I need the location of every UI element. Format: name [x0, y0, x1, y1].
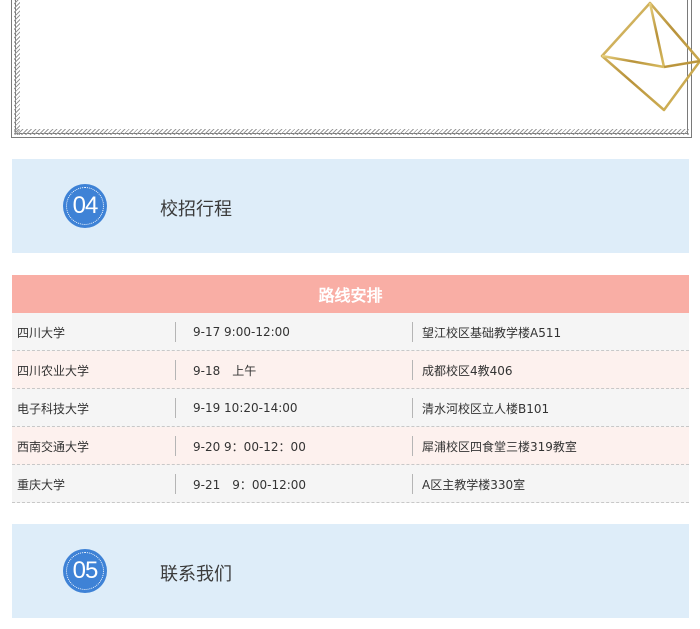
- column-divider: [175, 360, 176, 380]
- school-cell: 电子科技大学: [17, 401, 90, 416]
- column-divider: [412, 436, 413, 456]
- gold-diamond-icon: [600, 1, 700, 112]
- time-cell: 9-19 10:20-14:00: [193, 401, 298, 415]
- time-cell: 9-17 9:00-12:00: [193, 325, 290, 339]
- school-cell: 四川农业大学: [17, 363, 90, 378]
- table-row: 西南交通大学 9-20 9：00-12：00 犀浦校区四食堂三楼319教室: [12, 427, 689, 465]
- time-cell: 9-20 9：00-12：00: [193, 439, 306, 454]
- column-divider: [175, 398, 176, 418]
- column-divider: [175, 474, 176, 494]
- table-header: 路线安排: [12, 275, 689, 313]
- section-title: 校招行程: [160, 199, 232, 220]
- school-cell: 重庆大学: [17, 477, 66, 492]
- section-header-04: 04 校招行程: [12, 159, 689, 253]
- section-number-badge: 05: [63, 549, 107, 593]
- place-cell: 成都校区4教406: [422, 363, 513, 378]
- column-divider: [412, 398, 413, 418]
- table-row: 四川农业大学 9-18 上午 成都校区4教406: [12, 351, 689, 389]
- school-cell: 四川大学: [17, 325, 66, 340]
- route-schedule-table: 路线安排 四川大学 9-17 9:00-12:00 望江校区基础教学楼A511 …: [12, 275, 689, 503]
- school-cell: 西南交通大学: [17, 439, 90, 454]
- section-number: 04: [72, 192, 99, 219]
- table-row: 四川大学 9-17 9:00-12:00 望江校区基础教学楼A511: [12, 313, 689, 351]
- table-row: 电子科技大学 9-19 10:20-14:00 清水河校区立人楼B101: [12, 389, 689, 427]
- time-cell: 9-18 上午: [193, 363, 257, 378]
- table-title: 路线安排: [318, 286, 383, 305]
- table-row: 重庆大学 9-21 9：00-12:00 A区主教学楼330室: [12, 465, 689, 503]
- column-divider: [412, 360, 413, 380]
- column-divider: [412, 322, 413, 342]
- place-cell: 望江校区基础教学楼A511: [422, 325, 562, 340]
- time-cell: 9-21 9：00-12:00: [193, 477, 307, 492]
- section-number-badge: 04: [63, 184, 107, 228]
- column-divider: [412, 474, 413, 494]
- place-cell: 犀浦校区四食堂三楼319教室: [422, 439, 577, 454]
- column-divider: [175, 436, 176, 456]
- framed-card: [11, 0, 700, 138]
- section-title: 联系我们: [160, 564, 232, 585]
- section-number: 05: [72, 557, 99, 584]
- column-divider: [175, 322, 176, 342]
- place-cell: A区主教学楼330室: [422, 477, 526, 492]
- place-cell: 清水河校区立人楼B101: [422, 401, 550, 416]
- section-header-05: 05 联系我们: [12, 524, 689, 618]
